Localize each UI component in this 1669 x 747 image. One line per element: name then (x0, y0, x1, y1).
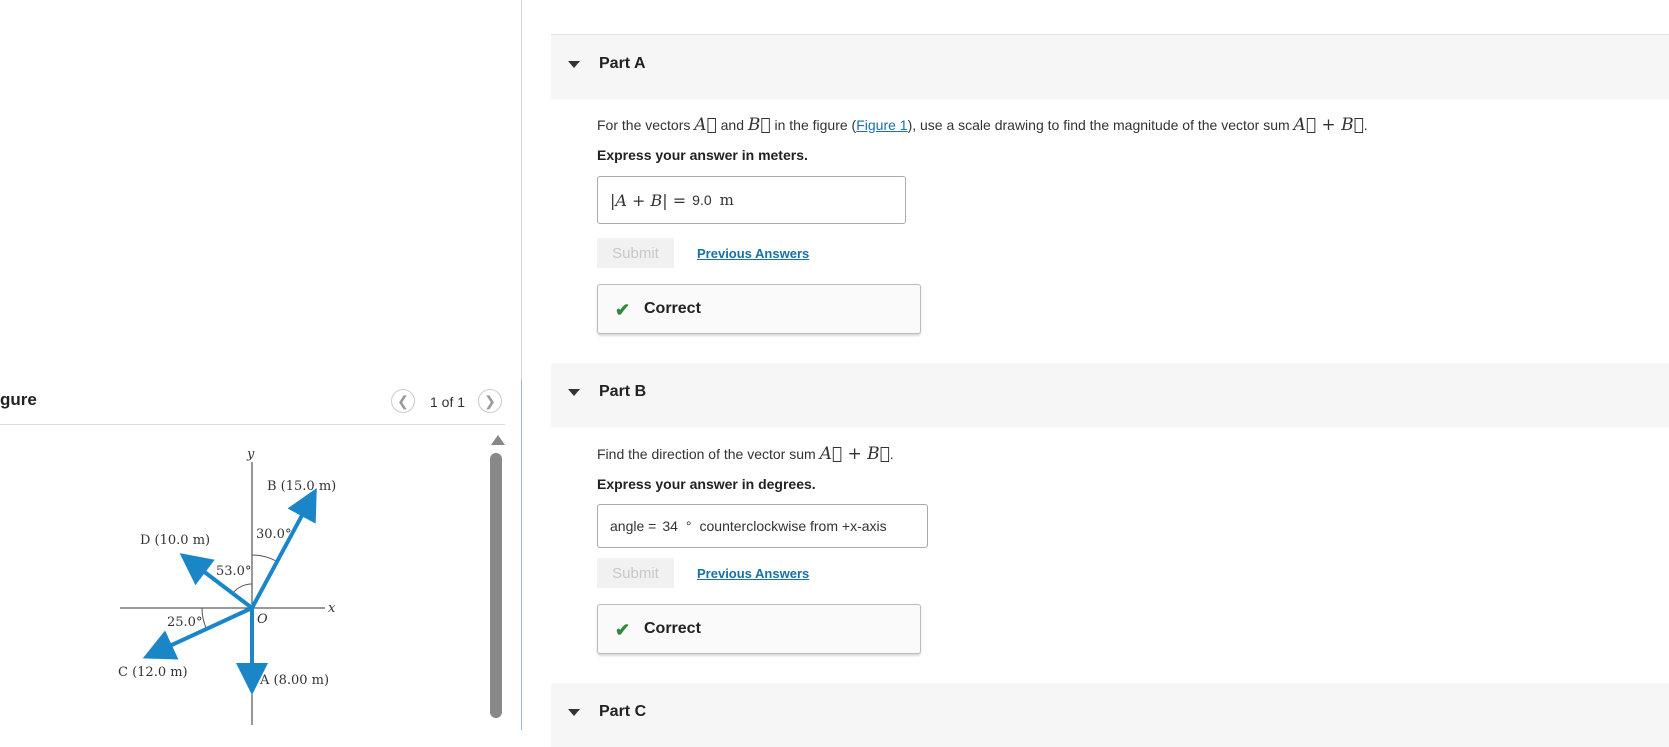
part-a-instruction: Express your answer in meters. (597, 147, 808, 163)
part-b-submit-button[interactable]: Submit (597, 558, 674, 588)
figure-pager-text: 1 of 1 (430, 394, 466, 410)
part-c-title: Part C (599, 703, 647, 720)
vector-d-label: D (10.0 m) (140, 533, 210, 548)
part-b-header[interactable]: Part B (551, 363, 1669, 427)
scroll-up-arrow-icon[interactable] (491, 435, 505, 445)
part-b-instruction: Express your answer in degrees. (597, 476, 816, 492)
figure-scrollbar[interactable] (489, 435, 505, 730)
angle-arc-30 (251, 554, 279, 563)
figure-pane: gure ❮ 1 of 1 ❯ y x O B (15.0 m) D (10.0… (0, 0, 521, 730)
angle-arc-53 (232, 583, 253, 594)
figure-divider (0, 424, 505, 425)
angle-30-label: 30.0° (256, 527, 291, 542)
angle-arc-25 (201, 607, 208, 631)
origin-label: O (257, 612, 268, 627)
x-axis-label: x (328, 601, 336, 616)
part-a-question: For the vectors A⃗ and B⃗ in the figure … (597, 115, 1368, 135)
figure-link[interactable]: Figure 1 (856, 117, 907, 133)
part-a-answer-field[interactable]: |A + B| = 9.0 m (597, 176, 906, 224)
part-a-answer-label: |A + B| = (610, 190, 687, 210)
checkmark-icon: ✔ (615, 620, 631, 640)
vector-a-label: A (8.00 m) (259, 673, 329, 688)
angle-53-label: 53.0° (216, 564, 251, 579)
vector-b (250, 487, 317, 609)
part-b-answer-label: angle = (610, 518, 657, 534)
chevron-left-icon: ❮ (397, 392, 409, 409)
part-a-previous-answers-link[interactable]: Previous Answers (697, 246, 809, 261)
pane-divider-accent (521, 380, 522, 730)
angle-25-label: 25.0° (167, 615, 202, 630)
caret-down-icon (568, 709, 580, 716)
caret-down-icon (568, 389, 580, 396)
figure-next-button[interactable]: ❯ (478, 389, 502, 413)
part-a-header[interactable]: Part A (551, 35, 1669, 99)
vector-c-label: C (12.0 m) (118, 665, 188, 680)
part-c-header[interactable]: Part C (551, 683, 1669, 747)
part-a-answer-unit: m (719, 191, 734, 209)
part-b-result: ✔ Correct (597, 604, 921, 654)
part-a-answer-value: 9.0 (692, 192, 712, 208)
part-b-title: Part B (599, 383, 647, 400)
part-b-answer-value: 34 (662, 518, 678, 534)
vector-figure: y x O B (15.0 m) D (10.0 m) C (12.0 m) A… (118, 447, 336, 725)
part-a-result-text: Correct (644, 300, 701, 317)
part-a-title: Part A (599, 55, 646, 72)
part-a-result: ✔ Correct (597, 284, 921, 334)
y-axis-label: y (246, 447, 255, 462)
part-b-previous-answers-link[interactable]: Previous Answers (697, 566, 809, 581)
part-b-result-text: Correct (644, 620, 701, 637)
part-b-answer-suffix: counterclockwise from +x-axis (699, 518, 887, 534)
checkmark-icon: ✔ (615, 300, 631, 320)
scroll-thumb[interactable] (490, 453, 502, 718)
part-b-question: Find the direction of the vector sum A⃗ … (597, 444, 894, 464)
part-b-answer-field[interactable]: angle = 34 ° counterclockwise from +x-ax… (597, 504, 928, 548)
chevron-right-icon: ❯ (484, 392, 496, 409)
part-a-submit-button[interactable]: Submit (597, 238, 674, 268)
figure-prev-button[interactable]: ❮ (391, 389, 415, 413)
vector-b-label: B (15.0 m) (267, 479, 336, 494)
caret-down-icon (568, 61, 580, 68)
part-b-answer-unit: ° (685, 518, 692, 534)
figure-title: gure (0, 390, 37, 409)
